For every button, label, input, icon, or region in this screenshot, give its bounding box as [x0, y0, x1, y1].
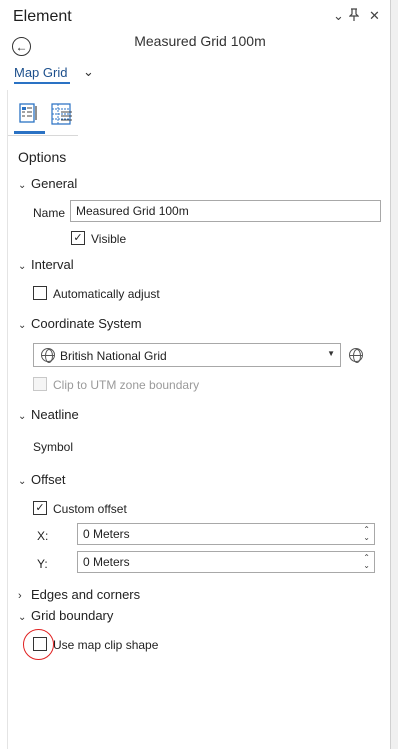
section-offset-label: Offset — [31, 472, 66, 487]
chevron-down-icon[interactable]: ⌄ — [83, 64, 94, 80]
section-interval[interactable]: ⌄ Interval — [18, 257, 74, 272]
left-edge-line — [7, 90, 8, 749]
spinner-icon[interactable]: ⌃ ⌄ — [363, 554, 370, 570]
element-type-selector[interactable]: Map Grid — [14, 65, 67, 80]
element-name: Measured Grid 100m — [134, 33, 266, 49]
scrollbar-track[interactable] — [390, 0, 398, 749]
chevron-expanded-icon: ⌄ — [18, 261, 27, 272]
tab-divider — [8, 135, 78, 136]
section-neatline-label: Neatline — [31, 407, 79, 422]
section-edges-corners[interactable]: › Edges and corners — [18, 587, 140, 602]
pane-menu-icon[interactable]: ⌄ — [333, 8, 344, 24]
custom-offset-label: Custom offset — [53, 502, 127, 516]
section-edges-corners-label: Edges and corners — [31, 587, 141, 602]
section-general-label: General — [31, 176, 78, 191]
section-grid-boundary-label: Grid boundary — [31, 608, 114, 623]
clip-utm-label: Clip to UTM zone boundary — [53, 378, 200, 392]
visible-checkbox[interactable]: ✓ — [71, 231, 85, 245]
chevron-expanded-icon: ⌄ — [18, 411, 27, 422]
close-icon[interactable]: ✕ — [369, 8, 380, 24]
coordinate-system-value: British National Grid — [60, 349, 167, 363]
active-tab-indicator — [14, 131, 45, 134]
visible-label: Visible — [91, 232, 127, 246]
chevron-expanded-icon: ⌄ — [18, 180, 27, 191]
auto-adjust-label: Automatically adjust — [53, 287, 160, 301]
coordinate-system-select[interactable]: British National Grid ▼ — [33, 343, 341, 367]
name-input[interactable]: Measured Grid 100m — [70, 200, 381, 222]
section-neatline[interactable]: ⌄ Neatline — [18, 407, 79, 422]
section-coordinate-system-label: Coordinate System — [31, 316, 142, 331]
section-interval-label: Interval — [31, 257, 74, 272]
name-label: Name — [33, 206, 66, 220]
section-grid-boundary[interactable]: ⌄ Grid boundary — [18, 608, 113, 623]
chevron-right-icon: › — [18, 590, 22, 602]
chevron-expanded-icon: ⌄ — [18, 320, 27, 331]
annotation-circle — [23, 629, 54, 660]
options-heading: Options — [18, 149, 67, 165]
custom-offset-checkbox[interactable]: ✓ — [33, 501, 47, 515]
clip-utm-checkbox — [33, 377, 47, 391]
use-map-clip-label: Use map clip shape — [53, 638, 159, 652]
offset-x-label: X: — [37, 529, 49, 543]
auto-adjust-checkbox[interactable] — [33, 286, 47, 300]
back-icon[interactable]: ← — [12, 37, 31, 56]
table-tab-icon[interactable] — [49, 101, 75, 127]
pin-icon[interactable] — [348, 8, 360, 24]
element-pane: Element ⌄ ✕ Measured Grid 100m ← Map Gri… — [0, 0, 390, 749]
offset-y-input[interactable]: 0 Meters ⌃ ⌄ — [77, 551, 375, 573]
offset-x-input[interactable]: 0 Meters ⌃ ⌄ — [77, 523, 375, 545]
chevron-expanded-icon: ⌄ — [18, 476, 27, 487]
section-coordinate-system[interactable]: ⌄ Coordinate System — [18, 316, 142, 331]
section-offset[interactable]: ⌄ Offset — [18, 472, 65, 487]
chevron-expanded-icon: ⌄ — [18, 612, 27, 623]
offset-x-value: 0 Meters — [83, 527, 130, 541]
offset-y-label: Y: — [37, 557, 48, 571]
properties-tab-icon[interactable] — [17, 101, 43, 127]
element-type-underline — [14, 82, 70, 84]
neatline-symbol-label[interactable]: Symbol — [33, 440, 73, 454]
dropdown-arrow-icon: ▼ — [327, 349, 335, 358]
spinner-icon[interactable]: ⌃ ⌄ — [363, 526, 370, 542]
pane-title: Element — [13, 8, 72, 25]
coordinate-system-globe-icon[interactable] — [349, 348, 363, 363]
globe-icon — [41, 348, 55, 363]
offset-y-value: 0 Meters — [83, 555, 130, 569]
section-general[interactable]: ⌄ General — [18, 176, 77, 191]
